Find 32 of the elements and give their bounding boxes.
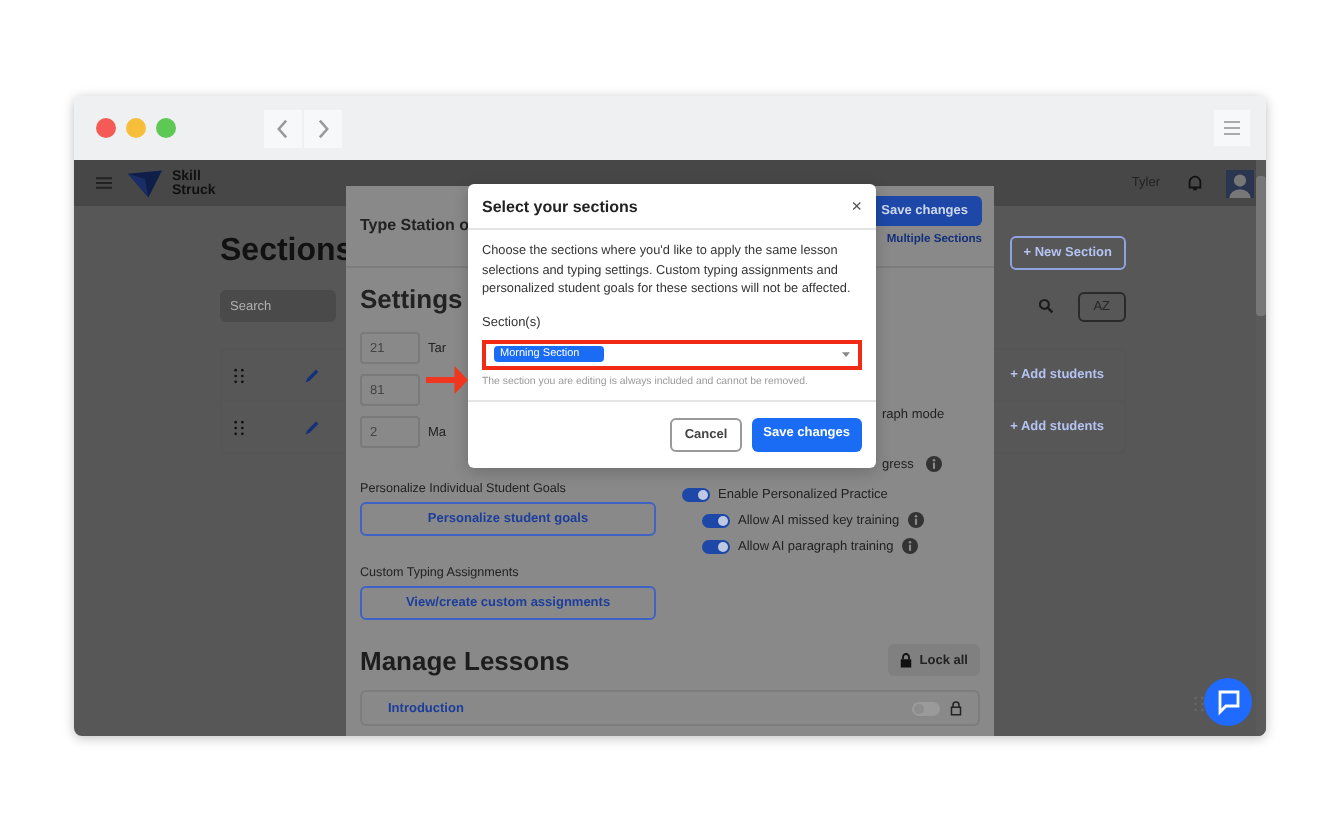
- pencil-icon[interactable]: [304, 367, 320, 383]
- panel-title: Type Station o: [360, 216, 470, 238]
- close-window-icon[interactable]: [96, 118, 116, 138]
- toggle-switch[interactable]: [702, 539, 730, 553]
- chat-button[interactable]: [1204, 678, 1252, 726]
- pointer-arrow: [426, 366, 468, 394]
- drag-handle-icon[interactable]: [234, 419, 244, 435]
- page-title: Sections: [220, 234, 354, 270]
- settings-heading: Settings: [360, 284, 463, 314]
- search-icon[interactable]: [1037, 298, 1054, 314]
- forward-icon[interactable]: [304, 109, 342, 147]
- lock-icon[interactable]: [950, 700, 962, 716]
- manage-lessons-heading: Manage Lessons: [360, 645, 570, 675]
- caret-icon[interactable]: [842, 351, 850, 358]
- dialog-title: Select your sections: [482, 198, 638, 216]
- back-icon[interactable]: [264, 109, 302, 147]
- bell-icon[interactable]: [1186, 174, 1204, 192]
- lock-icon: [899, 652, 912, 668]
- info-icon[interactable]: [925, 456, 942, 472]
- toggle-switch[interactable]: [702, 513, 730, 527]
- pencil-icon[interactable]: [304, 419, 320, 435]
- info-icon[interactable]: [901, 538, 918, 554]
- menu-icon[interactable]: [1214, 110, 1250, 146]
- minimize-window-icon[interactable]: [126, 118, 146, 138]
- avatar-icon[interactable]: [1226, 167, 1254, 199]
- maximize-window-icon[interactable]: [156, 118, 176, 138]
- toggle-switch[interactable]: [682, 488, 710, 502]
- logo-icon: [128, 169, 162, 197]
- menu-icon[interactable]: [96, 176, 112, 190]
- close-button[interactable]: ×: [851, 198, 862, 216]
- info-icon[interactable]: [907, 512, 924, 528]
- drag-handle-icon[interactable]: [234, 367, 244, 383]
